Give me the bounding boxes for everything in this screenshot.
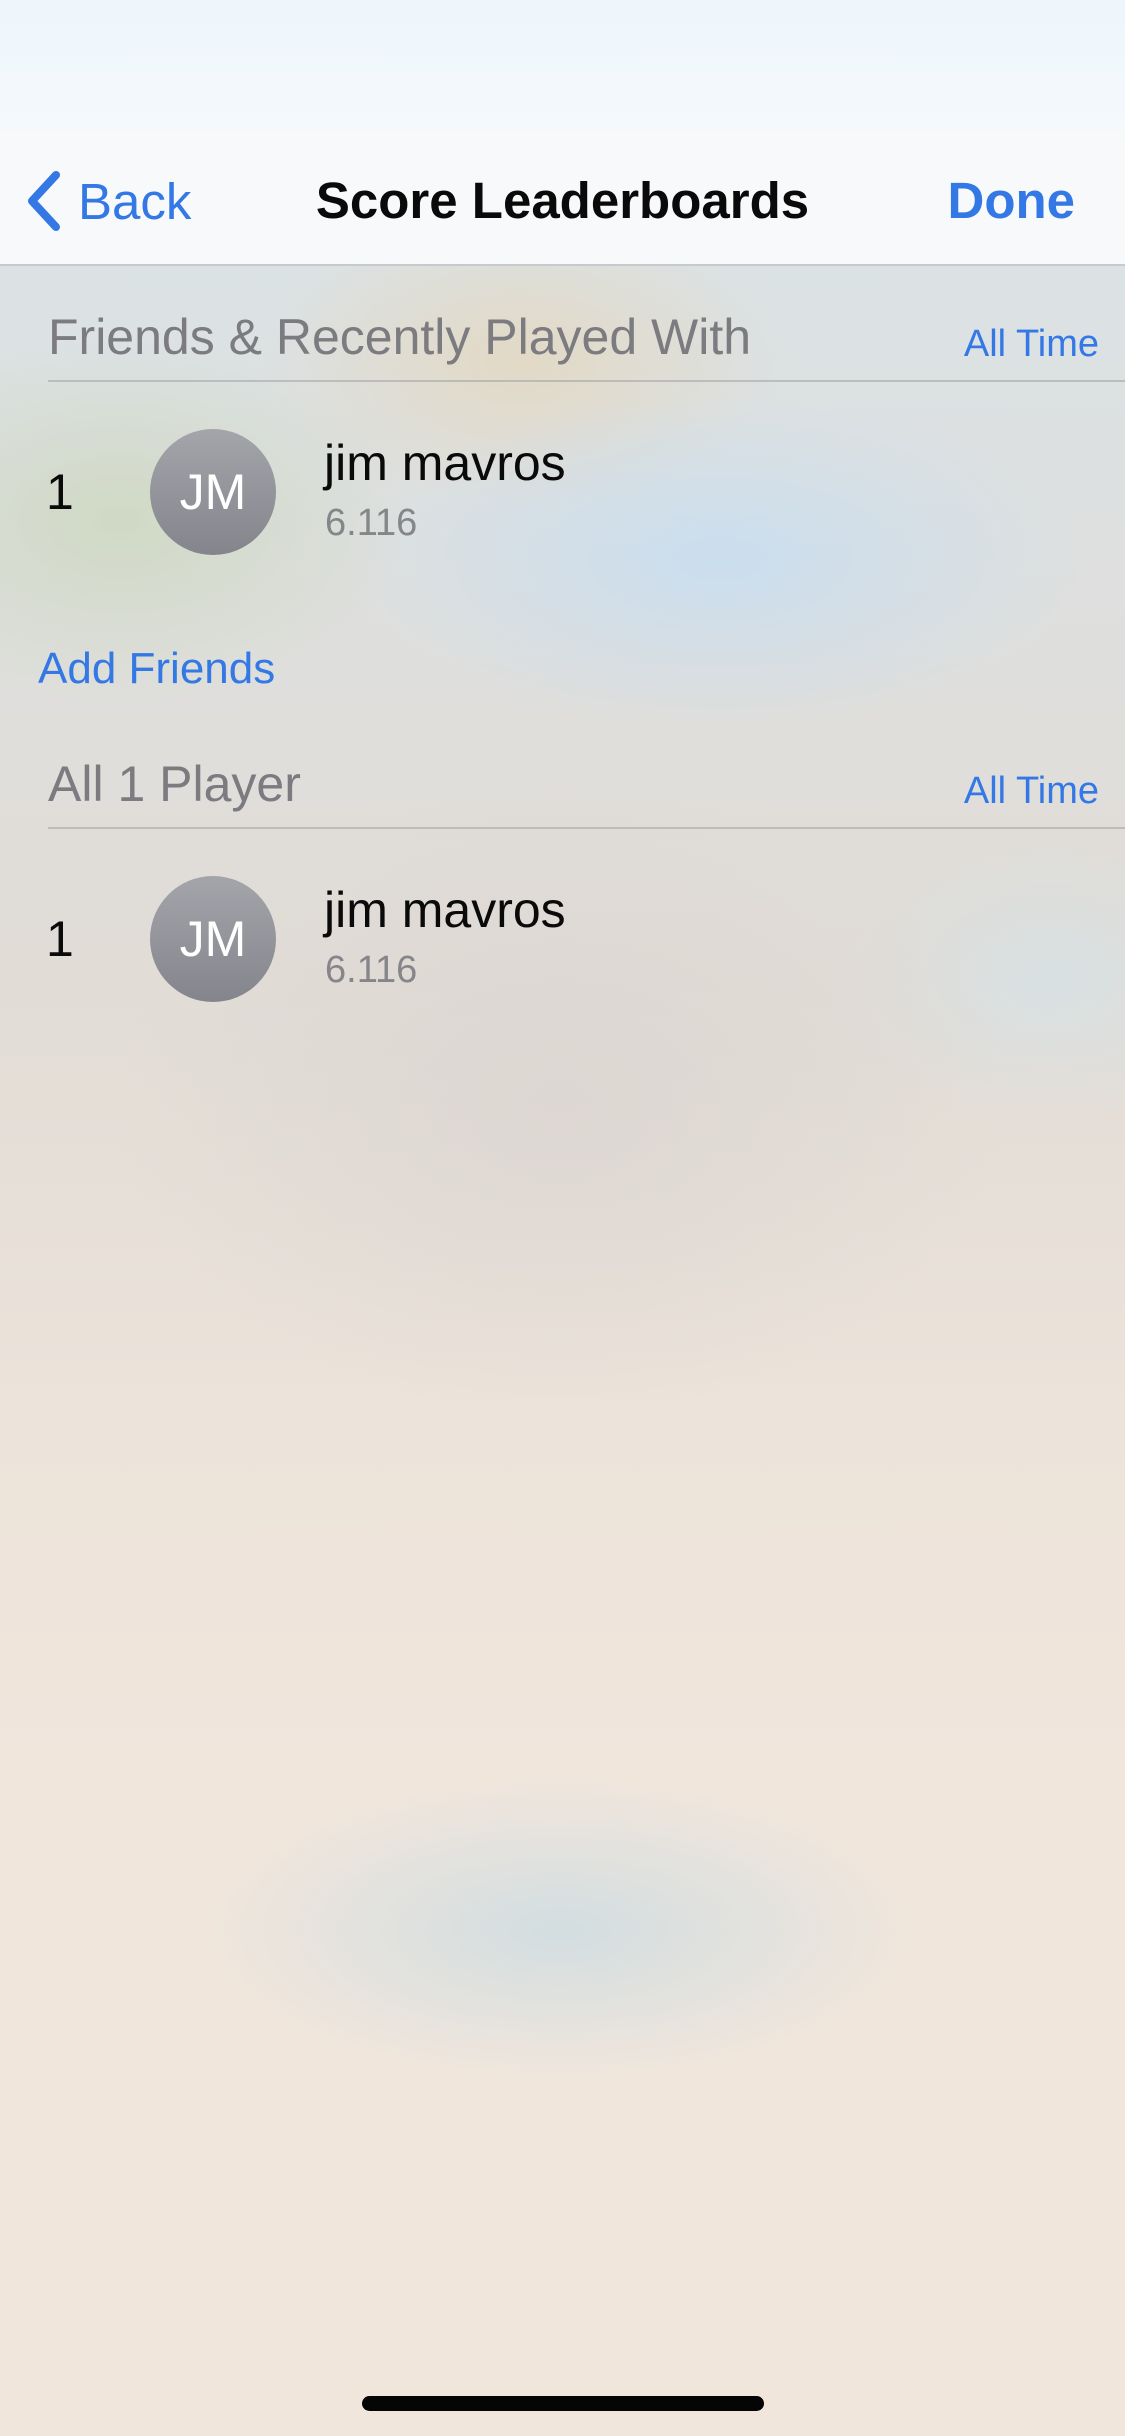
back-button[interactable]: Back [22, 166, 191, 236]
player-rank: 1 [46, 911, 74, 967]
section-title: Friends & Recently Played With [48, 309, 752, 365]
avatar-initials: JM [179, 911, 247, 967]
player-score: 6.116 [325, 949, 418, 991]
time-filter-button[interactable]: All Time [964, 770, 1099, 813]
done-button[interactable]: Done [948, 166, 1076, 236]
back-label: Back [78, 172, 192, 230]
player-name: jim mavros [324, 435, 566, 491]
time-filter-button[interactable]: All Time [964, 323, 1099, 366]
section-title: All 1 Player [48, 756, 301, 812]
section-header-all-players: All 1 Player All Time [48, 727, 1125, 829]
leaderboard-row[interactable]: 1 JM jim mavros 6.116 [0, 412, 1125, 572]
status-bar-area [0, 0, 1125, 130]
avatar: JM [150, 429, 276, 555]
section-header-friends: Friends & Recently Played With All Time [48, 280, 1125, 382]
player-score: 6.116 [325, 502, 418, 544]
player-name: jim mavros [324, 882, 566, 938]
avatar-initials: JM [179, 464, 247, 520]
leaderboard-row[interactable]: 1 JM jim mavros 6.116 [0, 859, 1125, 1019]
home-indicator[interactable] [362, 2396, 764, 2411]
chevron-left-icon [28, 171, 60, 231]
add-friends-button[interactable]: Add Friends [38, 644, 275, 694]
avatar: JM [150, 876, 276, 1002]
navigation-bar: Back Score Leaderboards Done [0, 130, 1125, 266]
player-rank: 1 [46, 464, 74, 520]
